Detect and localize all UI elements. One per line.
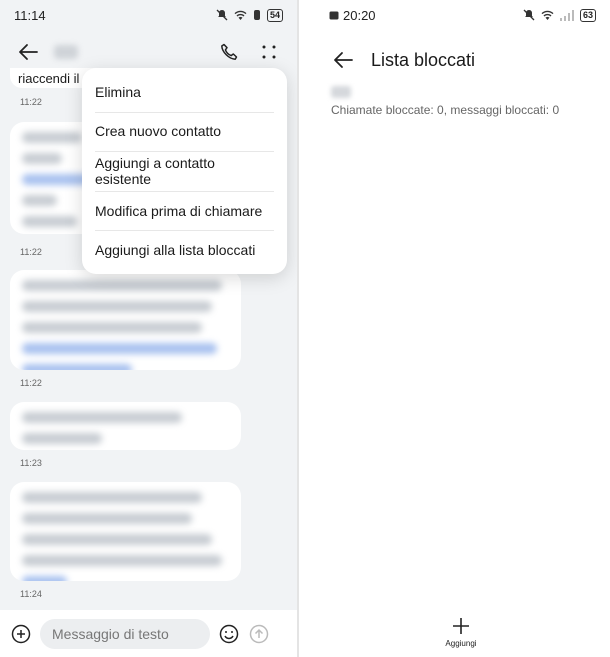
wifi-icon (541, 10, 554, 20)
phone-icon (221, 43, 238, 60)
back-button[interactable] (329, 46, 357, 74)
emoji-icon (219, 624, 239, 643)
menu-item-create-contact[interactable]: Crea nuovo contatto (82, 111, 287, 152)
message-time: 11:22 (20, 378, 42, 388)
message-composer: Messaggio di testo (0, 610, 297, 657)
blocked-summary: Chiamate bloccate: 0, messaggi bloccati:… (331, 103, 560, 117)
message-bubble[interactable] (10, 402, 241, 450)
message-bubble[interactable] (10, 482, 241, 581)
mute-icon (216, 9, 228, 21)
status-icons: 54 (216, 8, 283, 22)
bluetooth-icon (253, 10, 260, 20)
menu-item-add-to-existing-contact[interactable]: Aggiungi a contatto esistente (82, 151, 287, 191)
left-phone-screen: 11:14 54 riaccendi il 11:22 11:22 11:22 … (0, 0, 297, 657)
status-time: 11:14 (14, 7, 46, 23)
arrow-left-icon (334, 52, 353, 68)
add-button-label: Aggiungi (445, 639, 477, 648)
more-dots-icon (262, 45, 276, 59)
add-attachment-button[interactable] (10, 623, 32, 645)
arrow-left-icon (19, 44, 38, 60)
options-menu: Elimina Crea nuovo contatto Aggiungi a c… (82, 68, 287, 274)
status-bar: 11:14 54 (0, 0, 297, 30)
message-input[interactable]: Messaggio di testo (40, 618, 210, 649)
plus-icon (453, 618, 469, 634)
menu-item-delete[interactable]: Elimina (82, 72, 287, 112)
more-options-button[interactable] (255, 38, 283, 66)
mute-icon (523, 9, 535, 21)
page-title: Lista bloccati (371, 49, 476, 70)
message-time: 11:23 (20, 458, 42, 468)
message-time: 11:24 (20, 589, 42, 599)
message-time: 11:22 (20, 247, 42, 257)
signal-icon (559, 9, 574, 21)
message-bubble[interactable] (10, 270, 241, 370)
battery-level: 63 (579, 8, 596, 22)
status-bar: 20:20 63 (299, 0, 610, 30)
blocked-contact-name (331, 86, 351, 98)
emoji-button[interactable] (218, 623, 240, 645)
message-text-partial: riaccendi il (18, 71, 80, 86)
plus-circle-icon (11, 624, 31, 643)
add-button[interactable]: Aggiungi (437, 616, 485, 648)
message-time: 11:22 (20, 97, 42, 107)
call-button[interactable] (215, 38, 243, 66)
battery-level: 54 (266, 8, 283, 22)
blocklist-toolbar: Lista bloccati (299, 38, 610, 82)
menu-item-add-to-blocklist[interactable]: Aggiungi alla lista bloccati (82, 230, 287, 270)
right-phone-screen: 20:20 63 Lista bloccati Chiamate bloccat… (299, 0, 610, 657)
status-icons: 63 (523, 8, 596, 22)
status-time: 20:20 (343, 7, 376, 23)
send-arrow-icon (249, 624, 269, 643)
back-button[interactable] (14, 38, 42, 66)
blocked-contact-item[interactable]: Chiamate bloccate: 0, messaggi bloccati:… (331, 86, 600, 117)
message-input-placeholder: Messaggio di testo (52, 625, 169, 642)
hd-icon (329, 11, 339, 19)
send-button[interactable] (248, 623, 270, 645)
wifi-icon (234, 10, 247, 20)
menu-item-edit-before-call[interactable]: Modifica prima di chiamare (82, 190, 287, 231)
contact-name (54, 45, 78, 59)
